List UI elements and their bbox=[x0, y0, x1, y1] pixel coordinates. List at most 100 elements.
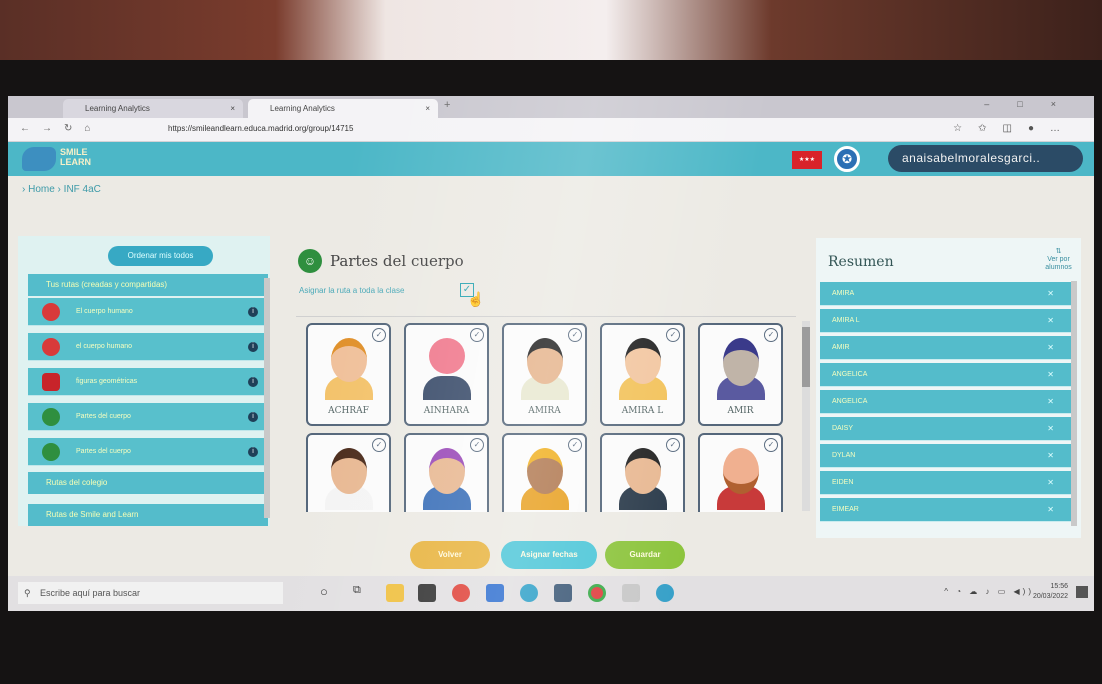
route-item[interactable]: figuras geométricas i bbox=[28, 368, 268, 396]
student-card[interactable]: ✓ bbox=[306, 433, 391, 512]
student-card[interactable]: ✓ AMIRA bbox=[502, 323, 587, 426]
window-controls[interactable]: –□× bbox=[984, 99, 1084, 109]
student-card[interactable]: ✓ bbox=[502, 433, 587, 512]
task-view-icon[interactable]: ⧉ bbox=[353, 584, 371, 602]
students-scrollbar[interactable] bbox=[802, 321, 810, 511]
info-icon[interactable]: i bbox=[248, 307, 258, 317]
checked-icon[interactable]: ✓ bbox=[666, 438, 680, 452]
remove-icon[interactable]: ✕ bbox=[1047, 282, 1054, 306]
bird-logo-icon bbox=[22, 147, 56, 171]
student-card[interactable]: ✓ ACHRAF bbox=[306, 323, 391, 426]
remove-icon[interactable]: ✕ bbox=[1047, 390, 1054, 414]
madrid-flag-icon: ★★★ bbox=[792, 151, 822, 169]
info-icon[interactable]: i bbox=[248, 377, 258, 387]
nav-buttons[interactable]: ←→↻⌂ bbox=[20, 123, 102, 134]
edge-icon[interactable] bbox=[520, 584, 538, 602]
student-name: AMIRA L bbox=[621, 406, 664, 416]
file-explorer-icon[interactable] bbox=[386, 584, 404, 602]
checked-icon[interactable]: ✓ bbox=[470, 328, 484, 342]
taskbar-search[interactable]: ⚲ Escribe aquí para buscar bbox=[18, 582, 283, 604]
student-card[interactable]: ✓ AINHARA bbox=[404, 323, 489, 426]
new-tab-button[interactable]: + bbox=[444, 99, 450, 111]
checked-icon[interactable]: ✓ bbox=[764, 328, 778, 342]
info-icon[interactable]: i bbox=[248, 447, 258, 457]
summary-row[interactable]: AMIRA L ✕ bbox=[820, 309, 1072, 333]
url-field[interactable]: https://smileandlearn.educa.madrid.org/g… bbox=[168, 124, 353, 133]
info-icon[interactable]: i bbox=[248, 412, 258, 422]
checked-icon[interactable]: ✓ bbox=[470, 438, 484, 452]
summary-row[interactable]: EIMEAR ✕ bbox=[820, 498, 1072, 522]
app-b-icon[interactable] bbox=[486, 584, 504, 602]
remove-icon[interactable]: ✕ bbox=[1047, 417, 1054, 441]
checked-icon[interactable]: ✓ bbox=[372, 328, 386, 342]
user-menu[interactable]: anaisabelmoralesgarci.. bbox=[888, 145, 1083, 172]
student-avatar bbox=[517, 444, 573, 510]
remove-icon[interactable]: ✕ bbox=[1047, 471, 1054, 495]
route-item[interactable]: Partes del cuerpo i bbox=[28, 403, 268, 431]
mail-icon[interactable] bbox=[554, 584, 572, 602]
save-button[interactable]: Guardar bbox=[605, 541, 685, 569]
student-card[interactable]: ✓ bbox=[698, 433, 783, 512]
checked-icon[interactable]: ✓ bbox=[568, 438, 582, 452]
view-by-students-label: Ver por alumnos bbox=[1045, 256, 1072, 271]
section-school-routes[interactable]: Rutas del colegio bbox=[28, 472, 268, 494]
browser-tab-2[interactable]: Learning Analytics × bbox=[248, 99, 438, 118]
left-scrollbar[interactable] bbox=[264, 278, 270, 518]
clock[interactable]: 15:56 20/03/2022 bbox=[1033, 582, 1068, 602]
browser-tab-1[interactable]: Learning Analytics × bbox=[63, 99, 243, 118]
notifications-icon[interactable] bbox=[1076, 586, 1088, 598]
chrome-icon[interactable] bbox=[588, 584, 606, 602]
section-my-routes[interactable]: Tus rutas (creadas y compartidas) bbox=[28, 274, 268, 296]
browser-tabbar: Learning Analytics × Learning Analytics … bbox=[8, 96, 1094, 118]
breadcrumb[interactable]: › Home › INF 4aC bbox=[22, 184, 101, 195]
summary-row[interactable]: EIDEN ✕ bbox=[820, 471, 1072, 495]
app-icon[interactable] bbox=[622, 584, 640, 602]
assign-dates-button[interactable]: Asignar fechas bbox=[501, 541, 597, 569]
student-avatar bbox=[419, 444, 475, 510]
summary-row[interactable]: ANGELICA ✕ bbox=[820, 363, 1072, 387]
order-button[interactable]: Ordenar mis todos bbox=[108, 246, 213, 266]
student-card[interactable]: ✓ AMIR bbox=[698, 323, 783, 426]
summary-row[interactable]: DAISY ✕ bbox=[820, 417, 1072, 441]
route-item[interactable]: el cuerpo humano i bbox=[28, 333, 268, 361]
remove-icon[interactable]: ✕ bbox=[1047, 363, 1054, 387]
student-card[interactable]: ✓ bbox=[600, 433, 685, 512]
taskbar: ⚲ Escribe aquí para buscar ○ ⧉ ^ ◔ ☁ ♪ ▭… bbox=[8, 576, 1094, 611]
app-icon[interactable] bbox=[452, 584, 470, 602]
route-item[interactable]: El cuerpo humano i bbox=[28, 298, 268, 326]
clock-time: 15:56 bbox=[1050, 583, 1068, 590]
system-tray-icons[interactable]: ^ ◔ ☁ ♪ ▭ ◀)) bbox=[944, 587, 1034, 596]
app-icon[interactable] bbox=[656, 584, 674, 602]
info-icon[interactable]: i bbox=[248, 342, 258, 352]
remove-icon[interactable]: ✕ bbox=[1047, 498, 1054, 522]
summary-scrollbar[interactable] bbox=[1071, 281, 1077, 526]
summary-student: AMIRA L bbox=[832, 317, 860, 324]
store-icon[interactable] bbox=[418, 584, 436, 602]
remove-icon[interactable]: ✕ bbox=[1047, 309, 1054, 333]
checked-icon[interactable]: ✓ bbox=[764, 438, 778, 452]
remove-icon[interactable]: ✕ bbox=[1047, 336, 1054, 360]
remove-icon[interactable]: ✕ bbox=[1047, 444, 1054, 468]
checked-icon[interactable]: ✓ bbox=[666, 328, 680, 342]
scrollbar-thumb[interactable] bbox=[802, 327, 810, 387]
cortana-icon[interactable]: ○ bbox=[320, 584, 338, 602]
student-card[interactable]: ✓ bbox=[404, 433, 489, 512]
section-smile-routes[interactable]: Rutas de Smile and Learn bbox=[28, 504, 268, 526]
student-avatar bbox=[321, 334, 377, 400]
checked-icon[interactable]: ✓ bbox=[372, 438, 386, 452]
educamadrid-emblem-icon[interactable]: ✪ bbox=[834, 146, 860, 172]
summary-row[interactable]: AMIRA ✕ bbox=[820, 282, 1072, 306]
summary-row[interactable]: AMIR ✕ bbox=[820, 336, 1072, 360]
route-item[interactable]: Partes del cuerpo i bbox=[28, 438, 268, 466]
view-by-students-link[interactable]: ⇅ Ver por alumnos bbox=[1036, 248, 1081, 272]
student-avatar bbox=[615, 444, 671, 510]
back-button[interactable]: Volver bbox=[410, 541, 490, 569]
summary-row[interactable]: DYLAN ✕ bbox=[820, 444, 1072, 468]
browser-toolbar-icons[interactable]: ☆✩◫●… bbox=[953, 123, 1076, 134]
summary-row[interactable]: ANGELICA ✕ bbox=[820, 390, 1072, 414]
close-icon[interactable]: × bbox=[230, 99, 235, 118]
tab-label: Learning Analytics bbox=[85, 104, 150, 113]
student-card[interactable]: ✓ AMIRA L bbox=[600, 323, 685, 426]
checked-icon[interactable]: ✓ bbox=[568, 328, 582, 342]
close-icon[interactable]: × bbox=[425, 99, 430, 118]
